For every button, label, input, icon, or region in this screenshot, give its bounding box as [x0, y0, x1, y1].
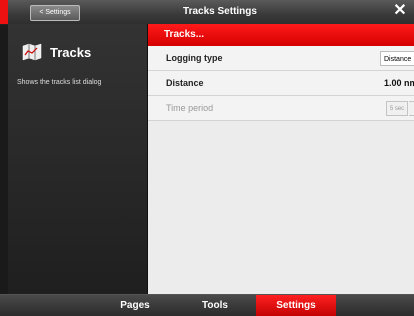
- distance-row[interactable]: Distance 1.00 nm: [148, 71, 414, 96]
- back-to-settings-button[interactable]: < Settings: [30, 5, 80, 21]
- window-title: Tracks Settings: [183, 6, 257, 17]
- map-icon: [22, 43, 42, 61]
- tracks-settings-screen: < Settings Tracks Settings ✕ Tracks Show…: [0, 0, 414, 316]
- status-accent-strip: [0, 0, 8, 24]
- settings-content: Tracks... Logging type Distance Distance…: [148, 24, 414, 294]
- title-bar: < Settings Tracks Settings ✕: [0, 0, 414, 25]
- info-panel: Tracks Shows the tracks list dialog: [8, 24, 148, 294]
- panel-title: Tracks: [50, 44, 92, 60]
- distance-label: Distance: [166, 78, 204, 88]
- logging-type-label: Logging type: [166, 53, 223, 63]
- time-period-select: 5 sec: [386, 101, 408, 116]
- tab-tools[interactable]: Tools: [176, 295, 254, 316]
- tab-pages[interactable]: Pages: [96, 295, 174, 316]
- close-icon: ✕: [393, 2, 407, 19]
- close-button[interactable]: ✕: [392, 3, 408, 19]
- time-period-label: Time period: [166, 103, 214, 113]
- logging-type-row[interactable]: Logging type Distance: [148, 46, 414, 71]
- logging-type-select[interactable]: Distance: [380, 51, 414, 66]
- panel-description: Shows the tracks list dialog: [17, 79, 102, 86]
- panel-header: Tracks: [22, 40, 91, 64]
- distance-value[interactable]: 1.00 nm: [384, 71, 414, 96]
- time-period-select-arrow: [409, 101, 414, 116]
- time-period-row: Time period 5 sec: [148, 96, 414, 121]
- tab-settings[interactable]: Settings: [256, 295, 336, 316]
- bottom-tab-bar: Pages Tools Settings: [0, 294, 414, 316]
- tracks-section-header[interactable]: Tracks...: [148, 24, 414, 46]
